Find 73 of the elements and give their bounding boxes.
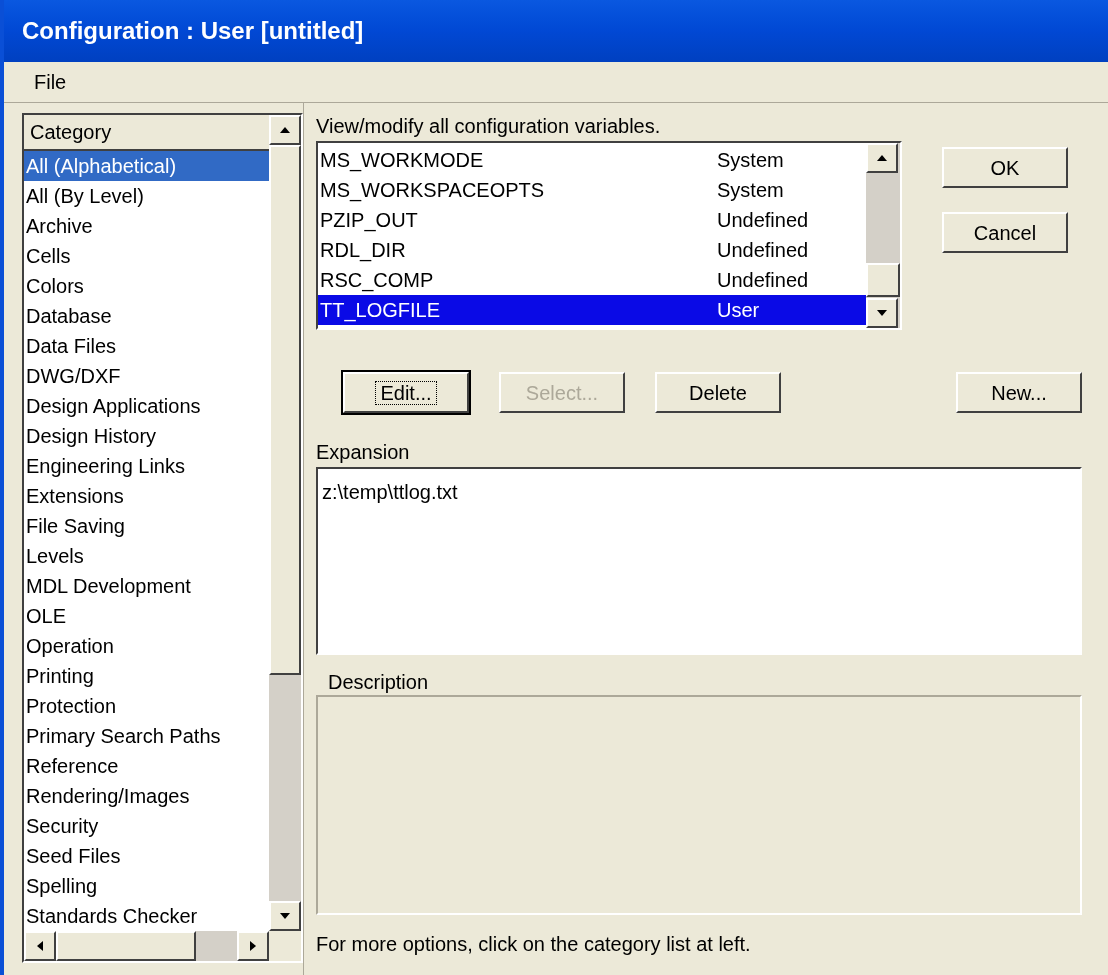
category-item[interactable]: Operation bbox=[24, 631, 269, 661]
category-item[interactable]: MDL Development bbox=[24, 571, 269, 601]
category-item[interactable]: OLE bbox=[24, 601, 269, 631]
category-item[interactable]: Levels bbox=[24, 541, 269, 571]
category-item[interactable]: Engineering Links bbox=[24, 451, 269, 481]
left-arrow-icon bbox=[35, 941, 45, 951]
expansion-label: Expansion bbox=[316, 440, 411, 465]
scroll-left-button[interactable] bbox=[24, 931, 56, 961]
down-arrow-icon bbox=[280, 911, 290, 921]
up-arrow-icon bbox=[877, 153, 887, 163]
scroll-thumb[interactable] bbox=[56, 931, 196, 961]
category-item[interactable]: Design Applications bbox=[24, 391, 269, 421]
scroll-thumb[interactable] bbox=[866, 263, 900, 297]
variable-row[interactable]: RSC_COMP Undefined bbox=[318, 265, 866, 295]
variable-level: Undefined bbox=[717, 238, 809, 263]
category-item[interactable]: Extensions bbox=[24, 481, 269, 511]
scrollbar-corner bbox=[269, 931, 301, 961]
category-item[interactable]: Colors bbox=[24, 271, 269, 301]
variable-level: Undefined bbox=[717, 208, 809, 233]
expansion-field[interactable]: z:\temp\ttlog.txt bbox=[316, 467, 1082, 655]
dialog-button[interactable]: Cancel bbox=[942, 212, 1068, 253]
category-item[interactable]: Database bbox=[24, 301, 269, 331]
window-title: Configuration : User [untitled] bbox=[22, 16, 364, 46]
scroll-right-button[interactable] bbox=[237, 931, 269, 961]
menu-item[interactable]: File bbox=[34, 67, 67, 97]
scroll-down-button[interactable] bbox=[269, 901, 301, 931]
category-item[interactable]: Primary Search Paths bbox=[24, 721, 269, 751]
variable-name: RDL_DIR bbox=[320, 238, 407, 264]
variable-row[interactable]: RDL_DIR Undefined bbox=[318, 235, 866, 265]
scroll-down-button[interactable] bbox=[866, 298, 898, 328]
variable-row[interactable]: MS_WORKMODE System bbox=[318, 145, 866, 175]
category-item[interactable]: All (By Level) bbox=[24, 181, 269, 211]
category-item[interactable]: DWG/DXF bbox=[24, 361, 269, 391]
category-item[interactable]: Rendering/Images bbox=[24, 781, 269, 811]
variable-row[interactable]: PZIP_OUT Undefined bbox=[318, 205, 866, 235]
category-item[interactable]: Archive bbox=[24, 211, 269, 241]
variable-row[interactable]: TT_LOGFILE User bbox=[318, 295, 866, 325]
category-item[interactable]: File Saving bbox=[24, 511, 269, 541]
category-item[interactable]: All (Alphabetical) bbox=[24, 151, 269, 181]
category-item[interactable]: Cells bbox=[24, 241, 269, 271]
right-arrow-icon bbox=[248, 941, 258, 951]
variable-level: User bbox=[717, 298, 760, 323]
category-item[interactable]: Design History bbox=[24, 421, 269, 451]
down-arrow-icon bbox=[877, 308, 887, 318]
action-button[interactable]: Edit... bbox=[343, 372, 469, 413]
scroll-thumb[interactable] bbox=[269, 145, 301, 675]
variable-name: RSC_COMP bbox=[320, 268, 435, 294]
scroll-up-button[interactable] bbox=[866, 143, 898, 173]
description-label: Description bbox=[327, 670, 430, 695]
variable-name: PZIP_OUT bbox=[320, 208, 419, 234]
list-header: Category bbox=[24, 115, 269, 151]
action-button[interactable]: Delete bbox=[655, 372, 781, 413]
category-item[interactable]: Printing bbox=[24, 661, 269, 691]
variable-name: MS_WORKSPACEOPTS bbox=[320, 178, 546, 204]
variable-name: MS_WORKMODE bbox=[320, 148, 485, 174]
scroll-up-button[interactable] bbox=[269, 115, 301, 145]
variable-level: System bbox=[717, 178, 784, 203]
category-item[interactable]: Protection bbox=[24, 691, 269, 721]
category-item[interactable]: Reference bbox=[24, 751, 269, 781]
category-item[interactable]: Spelling bbox=[24, 871, 269, 901]
up-arrow-icon bbox=[280, 125, 290, 135]
variable-row[interactable]: MS_WORKSPACEOPTS System bbox=[318, 175, 866, 205]
variable-name: TT_LOGFILE bbox=[320, 298, 442, 324]
new-button[interactable]: New... bbox=[956, 372, 1082, 413]
list-caption: View/modify all configuration variables. bbox=[316, 114, 662, 139]
variable-level: Undefined bbox=[717, 268, 809, 293]
variable-level: System bbox=[717, 148, 784, 173]
dialog-button[interactable]: OK bbox=[942, 147, 1068, 188]
status-text: For more options, click on the category list at left. bbox=[316, 932, 752, 957]
category-item[interactable]: Data Files bbox=[24, 331, 269, 361]
category-item[interactable]: Standards Checker bbox=[24, 901, 269, 931]
category-item[interactable]: Seed Files bbox=[24, 841, 269, 871]
category-item[interactable]: Security bbox=[24, 811, 269, 841]
